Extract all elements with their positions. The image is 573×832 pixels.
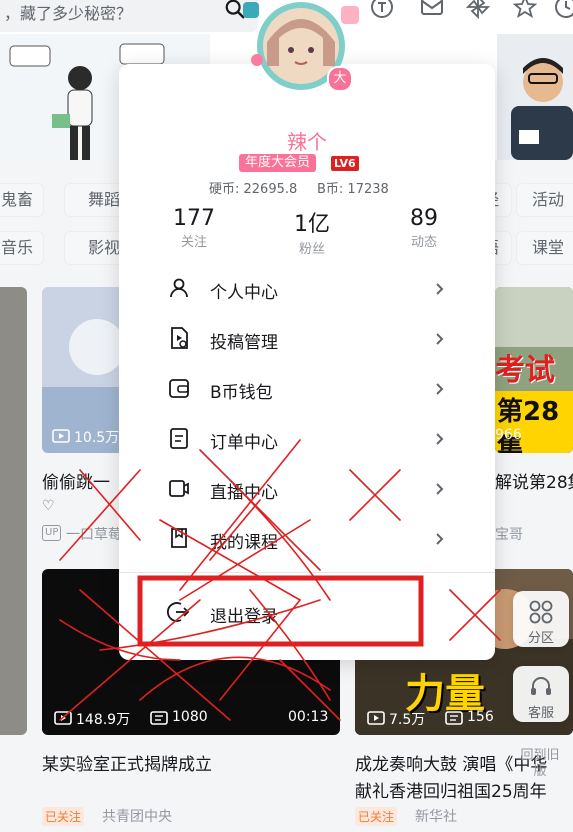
course-icon [171,528,187,548]
menu-item-uploads[interactable]: 投稿管理 [119,314,495,364]
order-icon [170,428,188,449]
customer-service-button[interactable]: 客服 [513,666,569,722]
video-thumbnail[interactable]: 考试 第28集 966 [495,287,573,453]
compass-icon[interactable] [369,0,395,20]
menu-label: 订单中心 [210,433,278,453]
level-badge: LV6 [331,156,359,171]
logout-label: 退出登录 [210,607,278,627]
play-count: 7.5万 [389,712,426,728]
menu-item-profile[interactable]: 个人中心 [119,264,495,314]
zone-button[interactable]: 分区 [513,591,569,647]
play-count-icon [54,711,72,725]
old-version-link[interactable]: 回到旧版 [520,748,560,780]
category-chip[interactable]: 活动 [516,183,573,217]
uploader-name[interactable]: 新华社 [415,806,457,826]
play-count: 148.9万 [76,712,131,728]
dynamics-label: 动态 [410,235,437,250]
danmaku-count: 156 [467,709,494,725]
followers-stat[interactable]: 1亿 粉丝 [272,206,352,257]
user-icon [170,278,188,298]
live-icon [169,480,189,497]
headset-icon [531,677,551,695]
up-badge: UP [42,525,62,541]
category-chip[interactable]: 音乐 [0,231,44,265]
dynamics-stat[interactable]: 89 动态 [384,206,464,250]
pinwheel-icon[interactable] [465,0,491,20]
person-photo [497,34,573,160]
search-placeholder[interactable]: ，藏了多少秘密？ [4,0,132,24]
menu-item-courses[interactable]: 我的课程 [119,514,495,564]
wallet-icon [169,379,189,398]
followers-count: 1亿 [294,212,330,237]
chevron-right-icon [436,283,444,295]
category-chip[interactable]: 课堂 [516,231,573,265]
upload-manage-icon [171,327,188,349]
video-duration: 00:13 [288,709,329,725]
thumbnail-caption: 考试 [495,353,555,388]
menu-label: 投稿管理 [210,333,278,353]
following-count: 177 [173,206,215,231]
search-bar[interactable]: ，藏了多少秘密？ [0,0,258,32]
followed-badge: 已关注 [355,807,398,826]
menu-label: B币钱包 [210,383,273,403]
video-title[interactable]: 偷偷跳一 [42,468,110,493]
menu-label: 我的课程 [210,533,278,553]
menu-item-wallet[interactable]: B币钱包 [119,364,495,414]
grid-icon [529,600,553,624]
following-stat[interactable]: 177 关注 [154,206,234,250]
logout-icon [167,602,190,622]
uploader-name[interactable]: 共青团中央 [102,806,172,826]
menu-item-orders[interactable]: 订单中心 [119,414,495,464]
username[interactable]: 辣个 [119,126,495,155]
divider [119,572,495,573]
category-chip[interactable]: 鬼畜 [0,183,44,217]
vip-avatar-badge: 大 [327,66,353,92]
followers-label: 粉丝 [298,242,325,257]
play-count: 966 [495,427,522,443]
play-count-icon [52,429,70,443]
danmaku-icon [445,711,463,725]
danmaku-icon [150,711,168,725]
following-label: 关注 [180,235,207,250]
avatar[interactable]: 大 [237,0,365,104]
chevron-right-icon [436,433,444,445]
vip-badge[interactable]: 年度大会员 [239,154,317,172]
play-count-icon [367,711,385,725]
video-title[interactable]: 某实验室正式揭牌成立 [42,750,212,775]
play-count: 10.5万 [74,430,120,446]
menu-label: 个人中心 [210,283,278,303]
chevron-right-icon [436,533,444,545]
followed-badge: 已关注 [42,807,85,826]
thumbnail-caption: 第28集 [495,391,573,453]
like-heart: ♡ [42,498,55,514]
mail-icon[interactable] [419,0,445,20]
history-icon[interactable] [553,0,573,20]
coin-balance: 硬币: 22695.8 [209,182,298,197]
bcoin-balance: B币: 17238 [317,182,389,197]
user-dropdown-panel: 辣个 年度大会员 LV6 硬币: 22695.8 B币: 17238 177 关… [119,64,495,660]
chevron-right-icon [436,383,444,395]
chevron-right-icon [436,483,444,495]
danmaku-count: 1080 [172,709,208,725]
video-title[interactable]: 成龙奏响大鼓 演唱《中华 [355,750,547,775]
partial-video-thumbnail[interactable] [0,287,27,735]
logout-button[interactable]: 退出登录 [119,588,495,638]
service-label: 客服 [527,706,554,721]
video-title[interactable]: 解说第28集 [495,468,573,493]
dynamics-count: 89 [410,206,438,231]
uploader-name[interactable]: 一口草莓 [66,524,122,544]
menu-item-live[interactable]: 直播中心 [119,464,495,514]
video-title-line2[interactable]: 献礼香港回归祖国25周年 [355,777,547,802]
menu-label: 直播中心 [210,483,278,503]
zone-label: 分区 [527,631,554,646]
star-icon[interactable] [512,0,538,20]
chevron-right-icon [436,333,444,345]
right-banner-image[interactable] [497,34,573,160]
uploader-name[interactable]: 宝哥 [495,524,523,544]
